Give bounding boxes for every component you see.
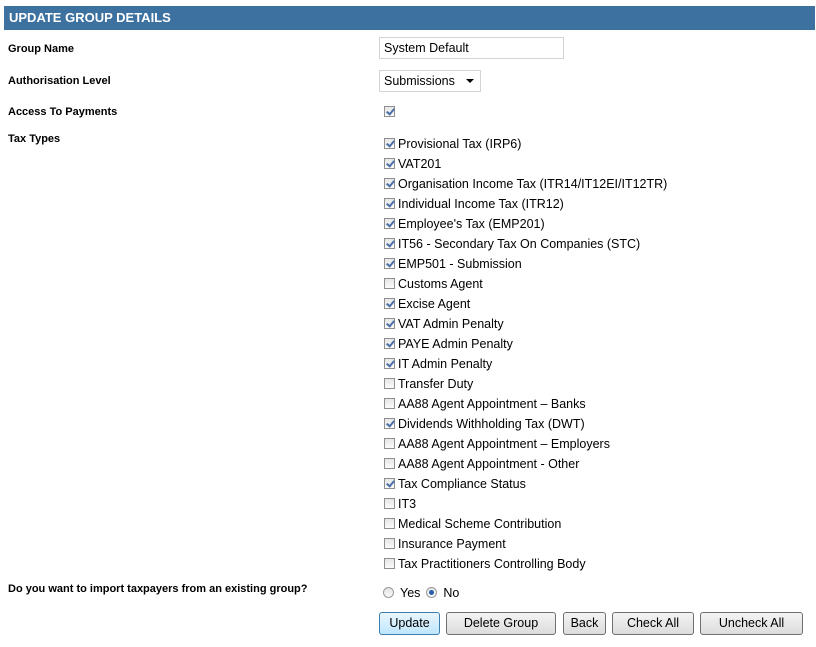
tax-type-checkbox[interactable] (384, 138, 395, 150)
tax-type-checkbox[interactable] (384, 558, 395, 570)
tax-type-label[interactable]: Excise Agent (398, 297, 470, 311)
import-radio-label[interactable]: No (443, 586, 459, 600)
tax-type-label[interactable]: IT3 (398, 497, 416, 511)
tax-type-label[interactable]: VAT Admin Penalty (398, 317, 504, 331)
uncheck-all-button[interactable]: Uncheck All (700, 612, 803, 635)
authorisation-level-label: Authorisation Level (8, 75, 111, 87)
group-name-label: Group Name (8, 43, 75, 55)
tax-type-label[interactable]: Transfer Duty (398, 377, 473, 391)
tax-type-checkbox[interactable] (384, 318, 395, 330)
group-name-input[interactable] (379, 37, 564, 59)
tax-type-label[interactable]: AA88 Agent Appointment – Banks (398, 397, 586, 411)
tax-type-label[interactable]: Individual Income Tax (ITR12) (398, 197, 564, 211)
tax-type-checkbox[interactable] (384, 178, 395, 190)
tax-types-list: Provisional Tax (IRP6) VAT201 Organisation… (384, 134, 667, 574)
tax-type-item: AA88 Agent Appointment – Employers (384, 434, 667, 454)
tax-type-item: Employee's Tax (EMP201) (384, 214, 667, 234)
tax-type-checkbox[interactable] (384, 518, 395, 530)
tax-type-checkbox[interactable] (384, 458, 395, 470)
tax-type-item: VAT Admin Penalty (384, 314, 667, 334)
tax-type-label[interactable]: PAYE Admin Penalty (398, 337, 513, 351)
tax-type-label[interactable]: Employee's Tax (EMP201) (398, 217, 545, 231)
tax-type-checkbox[interactable] (384, 498, 395, 510)
tax-type-item: Individual Income Tax (ITR12) (384, 194, 667, 214)
tax-type-label[interactable]: IT56 - Secondary Tax On Companies (STC) (398, 237, 640, 251)
tax-type-checkbox[interactable] (384, 398, 395, 410)
tax-type-item: AA88 Agent Appointment - Other (384, 454, 667, 474)
authorisation-level-select[interactable]: Submissions (379, 70, 481, 92)
tax-type-label[interactable]: Provisional Tax (IRP6) (398, 137, 521, 151)
tax-type-label[interactable]: Tax Practitioners Controlling Body (398, 557, 586, 571)
tax-type-checkbox[interactable] (384, 438, 395, 450)
tax-type-label[interactable]: IT Admin Penalty (398, 357, 492, 371)
tax-type-checkbox[interactable] (384, 358, 395, 370)
tax-type-checkbox[interactable] (384, 158, 395, 170)
tax-types-label: Tax Types (8, 133, 61, 145)
tax-type-item: AA88 Agent Appointment – Banks (384, 394, 667, 414)
back-button[interactable]: Back (563, 612, 606, 635)
tax-type-item: PAYE Admin Penalty (384, 334, 667, 354)
import-radio-no[interactable] (426, 587, 438, 599)
tax-type-item: Insurance Payment (384, 534, 667, 554)
tax-type-checkbox[interactable] (384, 338, 395, 350)
tax-type-label[interactable]: Medical Scheme Contribution (398, 517, 561, 531)
tax-type-item: Organisation Income Tax (ITR14/IT12EI/IT… (384, 174, 667, 194)
check-all-button[interactable]: Check All (612, 612, 694, 635)
delete-group-button[interactable]: Delete Group (446, 612, 556, 635)
import-radio-group: Yes No (383, 584, 465, 602)
tax-type-label[interactable]: EMP501 - Submission (398, 257, 522, 271)
access-to-payments-label: Access To Payments (8, 106, 118, 118)
tax-type-checkbox[interactable] (384, 298, 395, 310)
page-title: UPDATE GROUP DETAILS (9, 10, 171, 25)
authorisation-level-value: Submissions (384, 74, 455, 88)
tax-type-label[interactable]: VAT201 (398, 157, 441, 171)
tax-type-label[interactable]: Organisation Income Tax (ITR14/IT12EI/IT… (398, 177, 667, 191)
tax-type-label[interactable]: AA88 Agent Appointment – Employers (398, 437, 610, 451)
tax-type-checkbox[interactable] (384, 478, 395, 490)
tax-type-item: IT56 - Secondary Tax On Companies (STC) (384, 234, 667, 254)
tax-type-item: EMP501 - Submission (384, 254, 667, 274)
tax-type-item: Dividends Withholding Tax (DWT) (384, 414, 667, 434)
tax-type-item: Customs Agent (384, 274, 667, 294)
tax-type-checkbox[interactable] (384, 218, 395, 230)
tax-type-checkbox[interactable] (384, 198, 395, 210)
tax-type-item: Tax Compliance Status (384, 474, 667, 494)
tax-type-label[interactable]: Dividends Withholding Tax (DWT) (398, 417, 585, 431)
tax-type-checkbox[interactable] (384, 258, 395, 270)
tax-type-checkbox[interactable] (384, 238, 395, 250)
tax-type-label[interactable]: Insurance Payment (398, 537, 506, 551)
access-to-payments-checkbox[interactable] (384, 106, 395, 117)
tax-type-item: Provisional Tax (IRP6) (384, 134, 667, 154)
tax-type-checkbox[interactable] (384, 418, 395, 430)
tax-type-label[interactable]: Customs Agent (398, 277, 483, 291)
update-button[interactable]: Update (379, 612, 440, 635)
tax-type-item: Tax Practitioners Controlling Body (384, 554, 667, 574)
import-question-label: Do you want to import taxpayers from an … (8, 583, 308, 595)
tax-type-checkbox[interactable] (384, 538, 395, 550)
tax-type-label[interactable]: AA88 Agent Appointment - Other (398, 457, 579, 471)
tax-type-item: Transfer Duty (384, 374, 667, 394)
tax-type-item: Excise Agent (384, 294, 667, 314)
tax-type-item: IT3 (384, 494, 667, 514)
import-radio-yes[interactable] (383, 587, 394, 599)
chevron-down-icon (466, 79, 474, 83)
tax-type-item: VAT201 (384, 154, 667, 174)
import-radio-label[interactable]: Yes (400, 586, 420, 600)
tax-type-item: Medical Scheme Contribution (384, 514, 667, 534)
page-header: UPDATE GROUP DETAILS (4, 6, 815, 30)
tax-type-checkbox[interactable] (384, 378, 395, 390)
tax-type-label[interactable]: Tax Compliance Status (398, 477, 526, 491)
tax-type-item: IT Admin Penalty (384, 354, 667, 374)
tax-type-checkbox[interactable] (384, 278, 395, 290)
